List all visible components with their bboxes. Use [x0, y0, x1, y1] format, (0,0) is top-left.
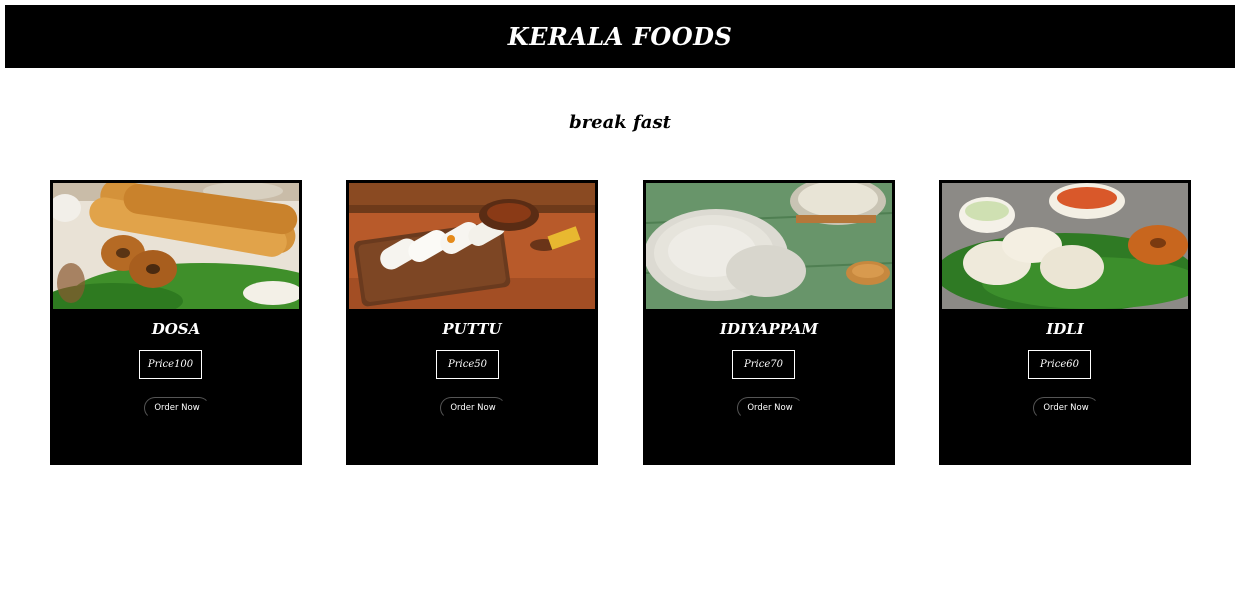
- food-name: IDIYAPPAM: [719, 320, 819, 338]
- food-card-idli: IDLI Price60 Order Now: [939, 180, 1191, 465]
- dosa-image: [53, 183, 299, 309]
- food-name: PUTTU: [442, 320, 502, 338]
- order-now-button[interactable]: Order Now: [737, 397, 803, 419]
- food-price: Price60: [1028, 350, 1091, 379]
- idiyappam-image: [646, 183, 892, 309]
- food-card-idiyappam: IDIYAPPAM Price70 Order Now: [643, 180, 895, 465]
- food-price: Price100: [139, 350, 202, 379]
- food-name: DOSA: [151, 320, 201, 338]
- food-card-dosa: DOSA Price100 Order Now: [50, 180, 302, 465]
- order-now-button[interactable]: Order Now: [1033, 397, 1099, 419]
- puttu-image: [349, 183, 595, 309]
- food-card-puttu: PUTTU Price50 Order Now: [346, 180, 598, 465]
- section-title: break fast: [569, 112, 671, 133]
- site-header: KERALA FOODS: [5, 5, 1235, 68]
- order-now-button[interactable]: Order Now: [144, 397, 210, 419]
- food-price: Price70: [732, 350, 795, 379]
- order-now-button[interactable]: Order Now: [440, 397, 506, 419]
- food-name: IDLI: [1046, 320, 1084, 338]
- idli-image: [942, 183, 1188, 309]
- food-price: Price50: [436, 350, 499, 379]
- site-title: KERALA FOODS: [507, 22, 733, 51]
